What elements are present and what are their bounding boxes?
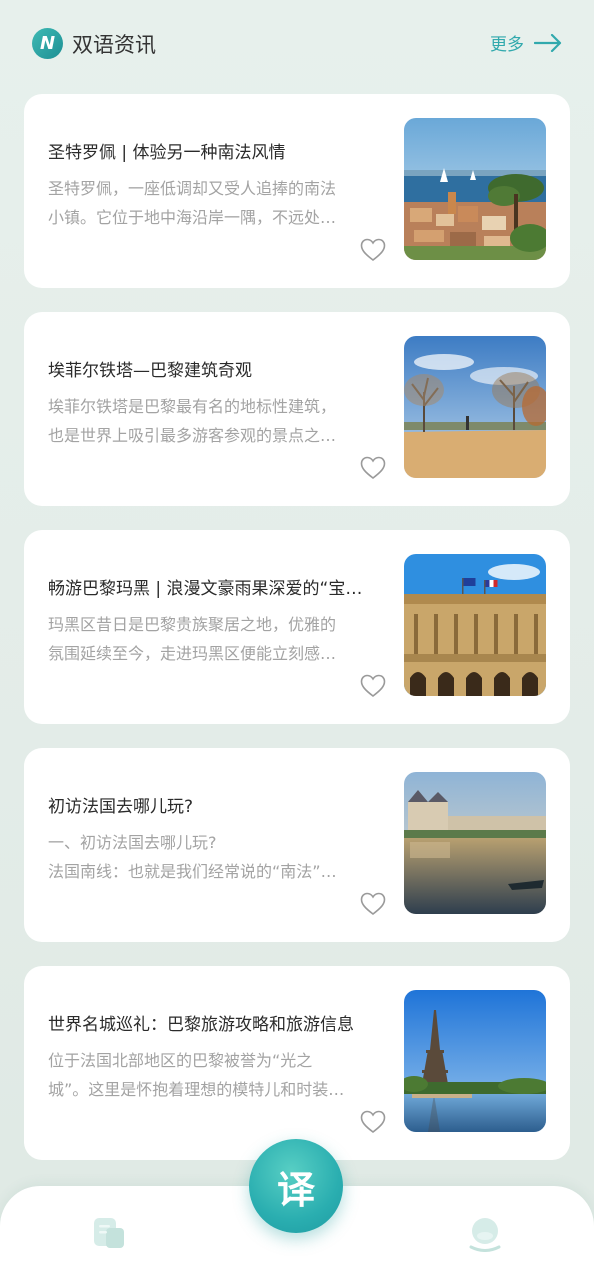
article-title: 圣特罗佩 | 体验另一种南法风情 — [48, 143, 286, 163]
article-card[interactable]: 初访法国去哪儿玩? 一、初访法国去哪儿玩? 法国南线：也就是我们经常说的“南法”… — [24, 748, 570, 942]
heart-icon[interactable] — [360, 238, 386, 262]
article-summary: 圣特罗佩，一座低调却又受人追捧的南法 小镇。它位于地中海沿岸一隅，不远处… — [48, 174, 384, 232]
article-image — [404, 336, 546, 478]
article-summary: 位于法国北部地区的巴黎被誉为“光之 城”。这里是怀抱着理想的模特儿和时装… — [48, 1046, 384, 1104]
arrow-right-icon — [534, 33, 562, 52]
article-image — [404, 118, 546, 260]
translate-button[interactable]: 译 — [249, 1139, 343, 1233]
article-title: 畅游巴黎玛黑 | 浪漫文豪雨果深爱的“宝… — [48, 579, 363, 599]
article-summary-line: 埃菲尔铁塔是巴黎最有名的地标性建筑， — [48, 397, 337, 416]
article-summary-line: 也是世界上吸引最多游客参观的景点之… — [48, 426, 337, 445]
page-title: 双语资讯 — [72, 33, 156, 57]
chateau-river-photo — [404, 772, 546, 914]
heart-icon[interactable] — [360, 1110, 386, 1134]
app-screen: N 双语资讯 更多 圣特罗佩 | 体验另一种南法风情 圣特罗佩，一座低调却又受人… — [0, 0, 594, 1280]
heart-icon[interactable] — [360, 892, 386, 916]
eiffel-tower-photo — [404, 990, 546, 1132]
article-image — [404, 990, 546, 1132]
article-summary-line: 玛黑区昔日是巴黎贵族聚居之地，优雅的 — [48, 615, 337, 634]
heart-icon[interactable] — [360, 674, 386, 698]
article-title: 埃菲尔铁塔—巴黎建筑奇观 — [48, 361, 252, 381]
article-summary-line: 法国南线：也就是我们经常说的“南法”… — [48, 862, 337, 881]
news-icon[interactable] — [92, 1216, 126, 1250]
article-summary: 埃菲尔铁塔是巴黎最有名的地标性建筑， 也是世界上吸引最多游客参观的景点之… — [48, 392, 384, 450]
more-label: 更多 — [490, 35, 524, 55]
article-image — [404, 554, 546, 696]
more-button[interactable]: 更多 — [490, 30, 562, 55]
article-card[interactable]: 圣特罗佩 | 体验另一种南法风情 圣特罗佩，一座低调却又受人追捧的南法 小镇。它… — [24, 94, 570, 288]
article-summary-line: 位于法国北部地区的巴黎被誉为“光之 — [48, 1051, 313, 1070]
heart-icon[interactable] — [360, 456, 386, 480]
opera-building-photo — [404, 554, 546, 696]
header: N 双语资讯 更多 — [32, 24, 562, 64]
article-summary-line: 一、初访法国去哪儿玩? — [48, 833, 217, 852]
article-card[interactable]: 埃菲尔铁塔—巴黎建筑奇观 埃菲尔铁塔是巴黎最有名的地标性建筑， 也是世界上吸引最… — [24, 312, 570, 506]
article-summary-line: 圣特罗佩，一座低调却又受人追捧的南法 — [48, 179, 337, 198]
article-card[interactable]: 畅游巴黎玛黑 | 浪漫文豪雨果深爱的“宝… 玛黑区昔日是巴黎贵族聚居之地，优雅的… — [24, 530, 570, 724]
article-summary-line: 氛围延续至今，走进玛黑区便能立刻感… — [48, 644, 337, 663]
article-image — [404, 772, 546, 914]
article-title: 初访法国去哪儿玩? — [48, 797, 194, 817]
seaside-town-photo — [404, 118, 546, 260]
profile-icon[interactable] — [467, 1216, 503, 1252]
park-avenue-photo — [404, 336, 546, 478]
n-logo-icon: N — [32, 28, 63, 59]
article-summary: 一、初访法国去哪儿玩? 法国南线：也就是我们经常说的“南法”… — [48, 828, 384, 886]
article-card[interactable]: 世界名城巡礼：巴黎旅游攻略和旅游信息 位于法国北部地区的巴黎被誉为“光之 城”。… — [24, 966, 570, 1160]
article-summary-line: 小镇。它位于地中海沿岸一隅，不远处… — [48, 208, 337, 227]
article-summary: 玛黑区昔日是巴黎贵族聚居之地，优雅的 氛围延续至今，走进玛黑区便能立刻感… — [48, 610, 384, 668]
article-title: 世界名城巡礼：巴黎旅游攻略和旅游信息 — [48, 1015, 354, 1035]
article-summary-line: 城”。这里是怀抱着理想的模特儿和时装… — [48, 1080, 345, 1099]
